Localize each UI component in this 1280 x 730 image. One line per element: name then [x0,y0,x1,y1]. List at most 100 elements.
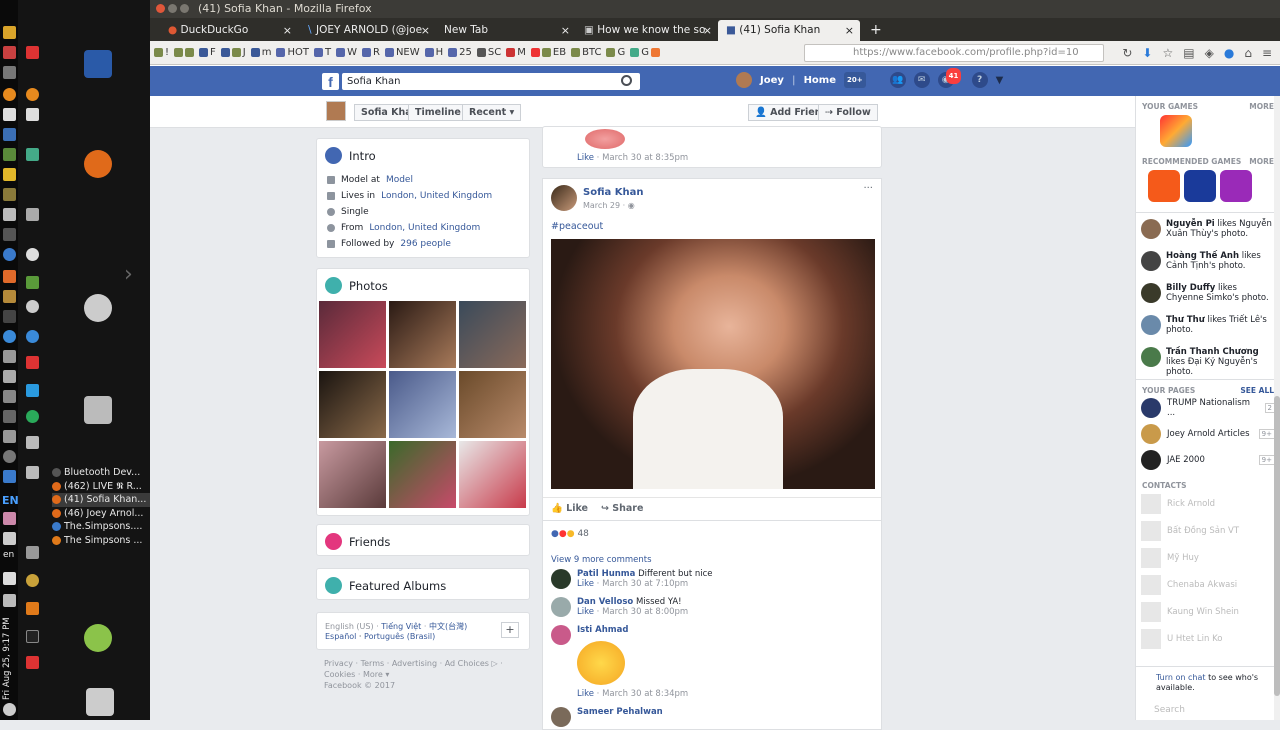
bookmark-item[interactable]: BTC [571,47,601,58]
close-icon[interactable]: × [845,20,854,41]
app-icon[interactable] [3,450,16,463]
wifi-icon[interactable] [3,532,16,545]
tab-facebook[interactable]: ■ (41) Sofia Khan × [718,20,860,41]
photo-thumb[interactable] [319,441,386,508]
facebook-logo-icon[interactable]: f [322,73,339,90]
page-item[interactable]: JAE 2000 9+ [1136,447,1280,473]
game-icon[interactable] [1148,170,1180,202]
bluetooth-icon[interactable] [26,630,39,643]
terminal-icon[interactable] [3,228,16,241]
comment-time[interactable]: March 30 at 7:10pm [602,579,688,589]
app-icon[interactable] [26,148,39,161]
new-tab-button[interactable]: + [862,20,882,41]
app-icon[interactable] [3,290,16,303]
library-icon[interactable]: ▤ [1183,46,1194,60]
search-input[interactable]: Sofia Khan [342,73,640,90]
ticker-item[interactable]: Nguyễn Pi likes Nguyễn Xuân Thùy's photo… [1136,217,1280,249]
close-icon[interactable]: × [703,20,712,41]
albums-card[interactable]: Featured Albums [316,568,530,600]
app-icon[interactable] [3,512,16,525]
home-icon[interactable]: ⌂ [1244,46,1252,60]
game-icon[interactable] [1184,170,1216,202]
task-item[interactable]: (462) LIVE 𝕹 R... [52,480,150,494]
close-icon[interactable]: × [561,20,570,41]
close-window-icon[interactable] [156,4,165,13]
document-icon[interactable] [84,50,112,78]
user-icon[interactable] [84,624,112,652]
commenter-avatar[interactable] [551,597,571,617]
app-icon[interactable] [26,466,39,479]
work-link[interactable]: Model [386,175,413,185]
app-icon[interactable] [26,208,39,221]
task-item[interactable]: The Simpsons ... [52,534,150,548]
bookmark-item[interactable]: SC [476,47,501,58]
ticker-item[interactable]: Billy Duffy likes Chyenne Simko's photo. [1136,281,1280,313]
drive-icon[interactable] [84,396,112,424]
app-icon[interactable] [3,148,16,161]
filezilla-icon[interactable] [26,356,39,369]
app-icon[interactable] [3,350,16,363]
close-icon[interactable]: × [421,20,430,41]
app-icon[interactable] [26,574,39,587]
avatar[interactable] [736,72,752,88]
page-scrollbar[interactable] [1274,96,1280,720]
app-icon[interactable] [3,128,16,141]
maximize-window-icon[interactable] [180,4,189,13]
keyboard-lang[interactable]: EN [2,494,19,507]
app-icon[interactable] [3,470,16,483]
add-language-button[interactable]: + [501,622,519,638]
page-item[interactable]: Joey Arnold Articles 9+ [1136,421,1280,447]
author-avatar[interactable] [551,185,577,211]
chevron-right-icon[interactable]: › [124,262,133,287]
friend-requests-icon[interactable]: 👥 [889,72,906,88]
privacy-link[interactable]: Privacy [324,659,353,668]
photo-thumb[interactable] [459,441,526,508]
commenter-avatar[interactable] [551,707,571,727]
hashtag-link[interactable]: #peaceout [551,221,603,232]
bookmark-item[interactable]: m [250,47,271,58]
app-icon[interactable] [26,330,39,343]
photo-thumb[interactable] [459,371,526,438]
page-item[interactable]: TRUMP Nationalism ... 2 [1136,395,1280,421]
power-icon[interactable] [3,703,16,716]
volume-icon[interactable] [3,572,16,585]
app-icon[interactable] [3,26,16,39]
minimize-window-icon[interactable] [168,4,177,13]
photo-thumb[interactable] [389,371,456,438]
notifications-icon[interactable]: ◉41 [937,68,962,88]
lang-indicator[interactable]: en [3,550,14,560]
app-icon[interactable] [26,248,39,261]
comment-like[interactable]: Like [577,607,594,617]
photo-thumb[interactable] [389,301,456,368]
lang-vietnamese[interactable]: Tiếng Việt [381,622,421,631]
bookmark-item[interactable]: 25 [448,47,472,58]
tab-article[interactable]: ▣ How we know the so × [576,20,718,41]
search-icon[interactable] [621,75,632,86]
app-icon[interactable] [3,66,16,79]
app-icon[interactable] [26,410,39,423]
advertising-link[interactable]: Advertising [392,659,437,668]
commenter-avatar[interactable] [551,569,571,589]
app-icon[interactable] [3,370,16,383]
bookmark-item[interactable]: G [630,47,660,58]
ticker-item[interactable]: Hoàng Thế Anh likes Cảnh Tịnh's photo. [1136,249,1280,281]
from-link[interactable]: London, United Kingdom [369,223,480,233]
task-item[interactable]: (41) Sofia Khan... [52,493,150,507]
messages-icon[interactable]: ✉ [913,72,930,88]
bookmark-star-icon[interactable]: ☆ [1162,46,1173,60]
url-bar[interactable]: https://www.facebook.com/profile.php?id=… [804,44,1104,62]
bookmark-item[interactable]: M [506,47,526,58]
comment-like[interactable]: Like [577,579,594,589]
app-icon[interactable] [26,276,39,289]
app-icon[interactable] [3,410,16,423]
commenter-name[interactable]: Sameer Pehalwan [577,707,663,717]
post-options-icon[interactable]: ··· [863,183,873,194]
game-icon[interactable] [1220,170,1252,202]
battery-icon[interactable] [3,594,16,607]
menu-icon[interactable]: ≡ [1262,46,1272,60]
app-icon[interactable] [3,270,16,283]
recent-button[interactable]: Recent ▾ [462,104,522,121]
followers-link[interactable]: 296 people [400,239,451,249]
comment-like[interactable]: Like [577,689,594,699]
contact-item[interactable]: Chenaba Akwasi [1136,571,1280,598]
